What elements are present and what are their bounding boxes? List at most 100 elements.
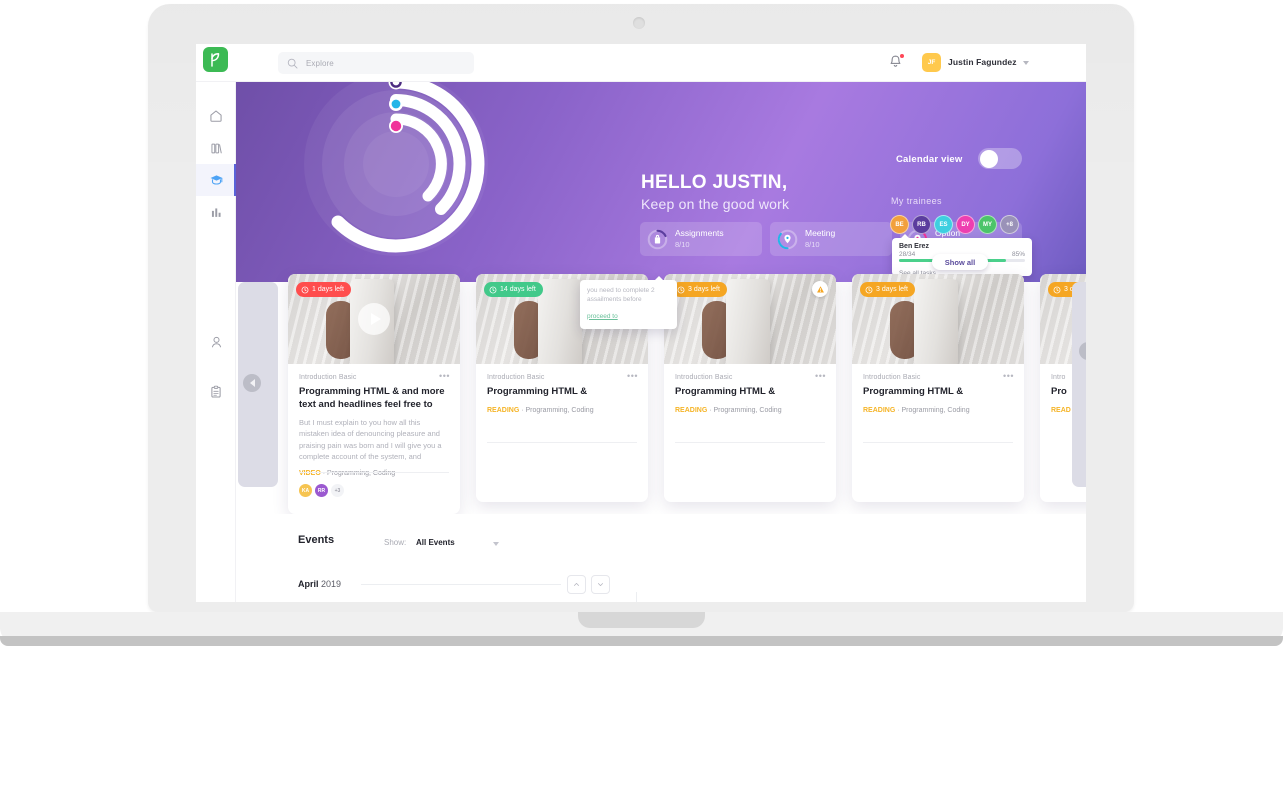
course-card[interactable]: 3 days left Introduction Basic ••• Progr… (664, 274, 836, 502)
events-year: 2019 (321, 579, 342, 589)
calendar-view-label: Calendar view (896, 154, 963, 165)
events-section: Events Show: All Events April 2019 23 (236, 514, 1086, 602)
avatar[interactable]: RR (315, 484, 328, 497)
notification-badge-dot (899, 53, 905, 59)
badge-text: 14 days left (500, 286, 536, 293)
graduation-cap-icon (210, 175, 222, 185)
course-card-body: Introduction Basic ••• Programming HTML … (288, 364, 460, 477)
laptop-mockup: Explore JF Justin Fagundez HELLO JUSTIN,… (0, 0, 1283, 788)
avatar-overflow[interactable]: +3 (331, 484, 344, 497)
trainee-avatar-overflow[interactable]: +8 (1000, 215, 1019, 234)
assignment-tooltip: you need to complete 2 assailments befor… (580, 276, 677, 329)
sidebar-item-home[interactable] (196, 100, 236, 132)
trainee-avatar[interactable]: BE (890, 215, 909, 234)
calendar-view-toggle[interactable] (978, 148, 1022, 169)
divider (361, 584, 561, 585)
location-pin-icon (777, 229, 798, 249)
events-step-up-button[interactable] (567, 575, 586, 594)
sidebar-item-library[interactable] (196, 132, 236, 164)
stat-label: Assignments (675, 227, 724, 238)
stat-value: 8/10 (675, 239, 690, 249)
course-categories: · Programming, Coding (709, 406, 782, 414)
events-filter-value[interactable]: All Events (416, 538, 455, 547)
clock-icon (865, 286, 873, 293)
course-card[interactable]: 1 days left Introduction Basic ••• Progr… (288, 274, 460, 514)
carousel-prev-button[interactable] (243, 374, 261, 392)
divider (636, 592, 637, 602)
trainee-avatar[interactable]: MY (978, 215, 997, 234)
tooltip-link[interactable]: proceed to (587, 313, 618, 320)
clock-icon (1053, 286, 1061, 293)
course-title: Programming HTML & (675, 386, 776, 397)
app-screen: Explore JF Justin Fagundez HELLO JUSTIN,… (196, 44, 1086, 602)
course-card-body: Introduction Basic ••• Programming HTML … (852, 364, 1024, 414)
course-kicker: Introduction Basic (299, 374, 357, 381)
search-placeholder: Explore (306, 58, 334, 68)
course-type-tag: READING (487, 406, 520, 414)
events-title: Events (298, 534, 335, 546)
sidebar-item-analytics[interactable] (196, 196, 236, 228)
trainee-name: Ben Erez (899, 243, 929, 250)
sidebar-item-profile[interactable] (196, 326, 236, 358)
course-title: Programming HTML & (863, 386, 964, 397)
avatar[interactable]: KA (299, 484, 312, 497)
user-name-label: Justin Fagundez (948, 57, 1017, 67)
course-meta: READING · Programming, Coding (863, 407, 1013, 414)
events-step-down-button[interactable] (591, 575, 610, 594)
progress-rings-graphic (304, 82, 488, 256)
show-all-button[interactable]: Show all (932, 254, 988, 270)
avatar[interactable]: JF (922, 53, 941, 72)
stat-value: 8/10 (805, 239, 820, 249)
trainee-avatar[interactable]: RB (912, 215, 931, 234)
stat-card-assignments[interactable]: Assignments 8/10 (640, 222, 762, 256)
course-meta: READING · Programming, Coding (675, 407, 825, 414)
hero-subtitle: Keep on the good work (641, 196, 790, 212)
events-filter-label: Show: (384, 538, 407, 547)
stat-card-meeting[interactable]: Meeting 8/10 (770, 222, 892, 256)
events-month: April (298, 579, 319, 589)
search-input[interactable]: Explore (278, 52, 474, 74)
course-card-body: Introduction Basic ••• Programming HTML … (664, 364, 836, 414)
more-dots-icon[interactable]: ••• (439, 371, 450, 381)
course-card[interactable]: 3 days left Introduction Basic ••• Progr… (852, 274, 1024, 502)
sidebar-item-tasks[interactable] (196, 376, 236, 408)
status-badge: 14 days left (484, 282, 543, 297)
clock-icon (677, 286, 685, 293)
warning-triangle-icon[interactable] (812, 281, 828, 297)
course-thumbnail: 3 days left (664, 274, 836, 364)
trainees-avatar-list: BE RB ES DY MY +8 (890, 215, 1019, 234)
badge-text: 1 days left (312, 286, 344, 293)
more-dots-icon[interactable]: ••• (1003, 371, 1014, 381)
course-description: But I must explain to you how all this m… (299, 418, 442, 461)
search-icon (287, 58, 298, 68)
laptop-notch (578, 612, 705, 628)
home-icon (210, 110, 222, 122)
chevron-down-icon[interactable] (493, 542, 499, 546)
more-dots-icon[interactable]: ••• (815, 371, 826, 381)
sidebar-item-courses[interactable] (196, 164, 236, 196)
notifications-button[interactable] (888, 53, 905, 72)
briefcase-icon (647, 229, 668, 249)
book-icon (210, 143, 222, 153)
course-type-tag: READ (1051, 406, 1071, 414)
page-title: HELLO JUSTIN, (641, 172, 788, 193)
course-kicker: Introduction Basic (487, 374, 545, 381)
app-header: Explore JF Justin Fagundez (196, 44, 1086, 82)
play-icon[interactable] (358, 303, 390, 335)
clipboard-icon (211, 385, 221, 398)
clock-icon (489, 286, 497, 293)
toggle-knob (979, 149, 998, 168)
course-categories: · Programming, Coding (521, 406, 594, 414)
course-kicker: Introduction Basic (675, 374, 733, 381)
course-thumbnail: 1 days left (288, 274, 460, 364)
course-kicker: Introduction Basic (863, 374, 921, 381)
chevron-down-icon[interactable] (1023, 61, 1029, 65)
course-categories: · Programming, Coding (897, 406, 970, 414)
events-month-label: April 2019 (298, 579, 341, 589)
carousel-peek-right (1072, 282, 1086, 487)
trainee-avatar[interactable]: DY (956, 215, 975, 234)
trainee-avatar[interactable]: ES (934, 215, 953, 234)
more-dots-icon[interactable]: ••• (627, 371, 638, 381)
divider (487, 442, 637, 443)
leaf-logo-icon[interactable] (203, 47, 228, 72)
